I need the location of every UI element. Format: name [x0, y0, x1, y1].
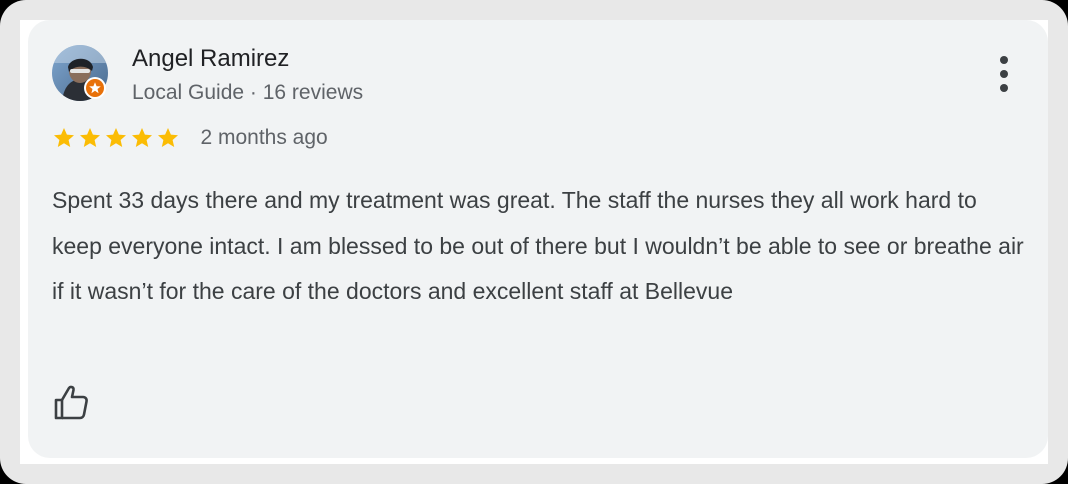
star-rating — [52, 126, 182, 150]
author-meta[interactable]: Local Guide · 16 reviews — [132, 80, 363, 106]
star-icon — [54, 128, 74, 147]
review-date: 2 months ago — [200, 126, 328, 149]
star-icon — [80, 128, 100, 147]
more-options-button[interactable] — [988, 54, 1020, 94]
like-button[interactable] — [50, 380, 94, 424]
more-vert-icon-dot — [1000, 70, 1008, 78]
local-guide-badge-icon — [84, 77, 106, 99]
more-vert-icon — [1000, 56, 1008, 64]
star-icon — [158, 128, 178, 147]
review-text: Spent 33 days there and my treatment was… — [52, 187, 1024, 304]
star-icon — [106, 128, 126, 147]
rating-row: 2 months ago — [52, 126, 328, 156]
author-name[interactable]: Angel Ramirez — [132, 45, 289, 73]
more-vert-icon-dot — [1000, 84, 1008, 92]
star-icon — [132, 128, 152, 147]
thumbs-up-icon — [54, 385, 88, 420]
author-avatar[interactable] — [52, 45, 108, 101]
review-card: Angel Ramirez Local Guide · 16 reviews 2… — [28, 20, 1048, 458]
